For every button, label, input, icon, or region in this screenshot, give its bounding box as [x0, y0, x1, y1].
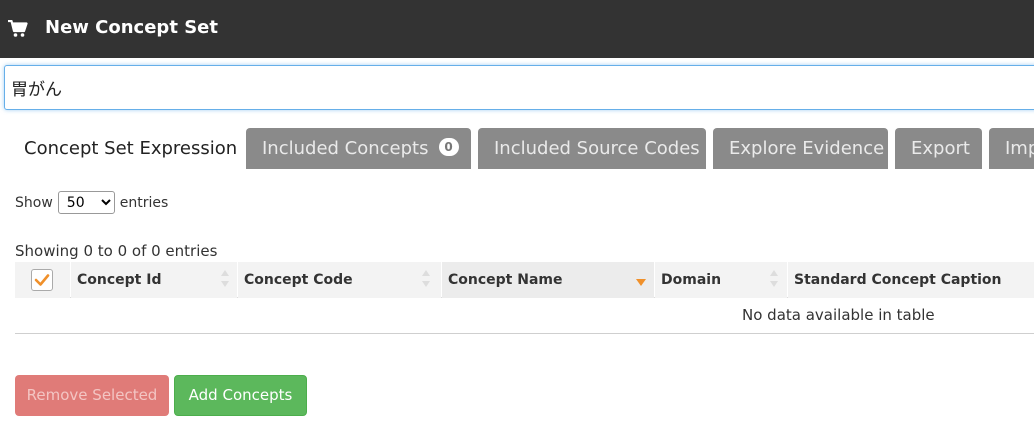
tab-label: Explore Evidence [729, 138, 885, 159]
column-header-domain[interactable]: Domain [655, 262, 787, 298]
add-concepts-button[interactable]: Add Concepts [174, 375, 307, 416]
table-body: No data available in table [15, 298, 1034, 334]
sort-icon [221, 270, 229, 290]
column-label: Standard Concept Caption [794, 272, 1002, 288]
tab-label: Imp [1005, 138, 1034, 159]
cart-icon [8, 19, 28, 38]
show-label: Show [15, 194, 53, 211]
page-title: New Concept Set [45, 17, 218, 38]
length-menu: Show 50 entries [15, 191, 168, 214]
table-info: Showing 0 to 0 of 0 entries [15, 242, 218, 260]
tab-import[interactable]: Imp [989, 128, 1034, 169]
tab-explore-evidence[interactable]: Explore Evidence [713, 128, 888, 169]
entries-per-page-select[interactable]: 50 [57, 191, 115, 214]
sort-desc-icon [636, 279, 646, 286]
tab-concept-set-expression[interactable]: Concept Set Expression [8, 128, 239, 169]
tab-included-concepts[interactable]: Included Concepts 0 [246, 128, 471, 169]
column-header-standard-concept-caption[interactable]: Standard Concept Caption [788, 262, 1034, 298]
sort-icon [770, 270, 778, 290]
column-header-concept-id[interactable]: Concept Id [71, 262, 237, 298]
page-header: New Concept Set [0, 0, 1034, 58]
tab-label: Included Source Codes [494, 138, 700, 159]
empty-table-message: No data available in table [742, 306, 935, 324]
column-header-concept-code[interactable]: Concept Code [238, 262, 441, 298]
entries-label: entries [119, 194, 169, 211]
check-icon [34, 274, 50, 286]
column-label: Concept Id [77, 272, 162, 288]
tab-label: Concept Set Expression [24, 138, 238, 159]
tab-export[interactable]: Export [895, 128, 982, 169]
concept-set-name-input[interactable] [4, 65, 1034, 110]
tab-label: Included Concepts [262, 138, 429, 159]
concepts-table: Concept Id Concept Code Concept Name Dom… [15, 262, 1034, 334]
tab-bar: Concept Set Expression Included Concepts… [0, 128, 1034, 169]
column-label: Concept Code [244, 272, 353, 288]
column-label: Domain [661, 272, 722, 288]
select-all-header [15, 262, 70, 298]
remove-selected-button[interactable]: Remove Selected [15, 375, 169, 416]
table-header: Concept Id Concept Code Concept Name Dom… [15, 262, 1034, 298]
column-label: Concept Name [448, 272, 563, 288]
sort-icon [422, 270, 430, 290]
included-concepts-count-badge: 0 [438, 138, 459, 156]
select-all-checkbox[interactable] [31, 269, 53, 291]
tab-included-source-codes[interactable]: Included Source Codes [478, 128, 706, 169]
tab-label: Export [911, 138, 970, 159]
column-header-concept-name[interactable]: Concept Name [442, 262, 654, 298]
